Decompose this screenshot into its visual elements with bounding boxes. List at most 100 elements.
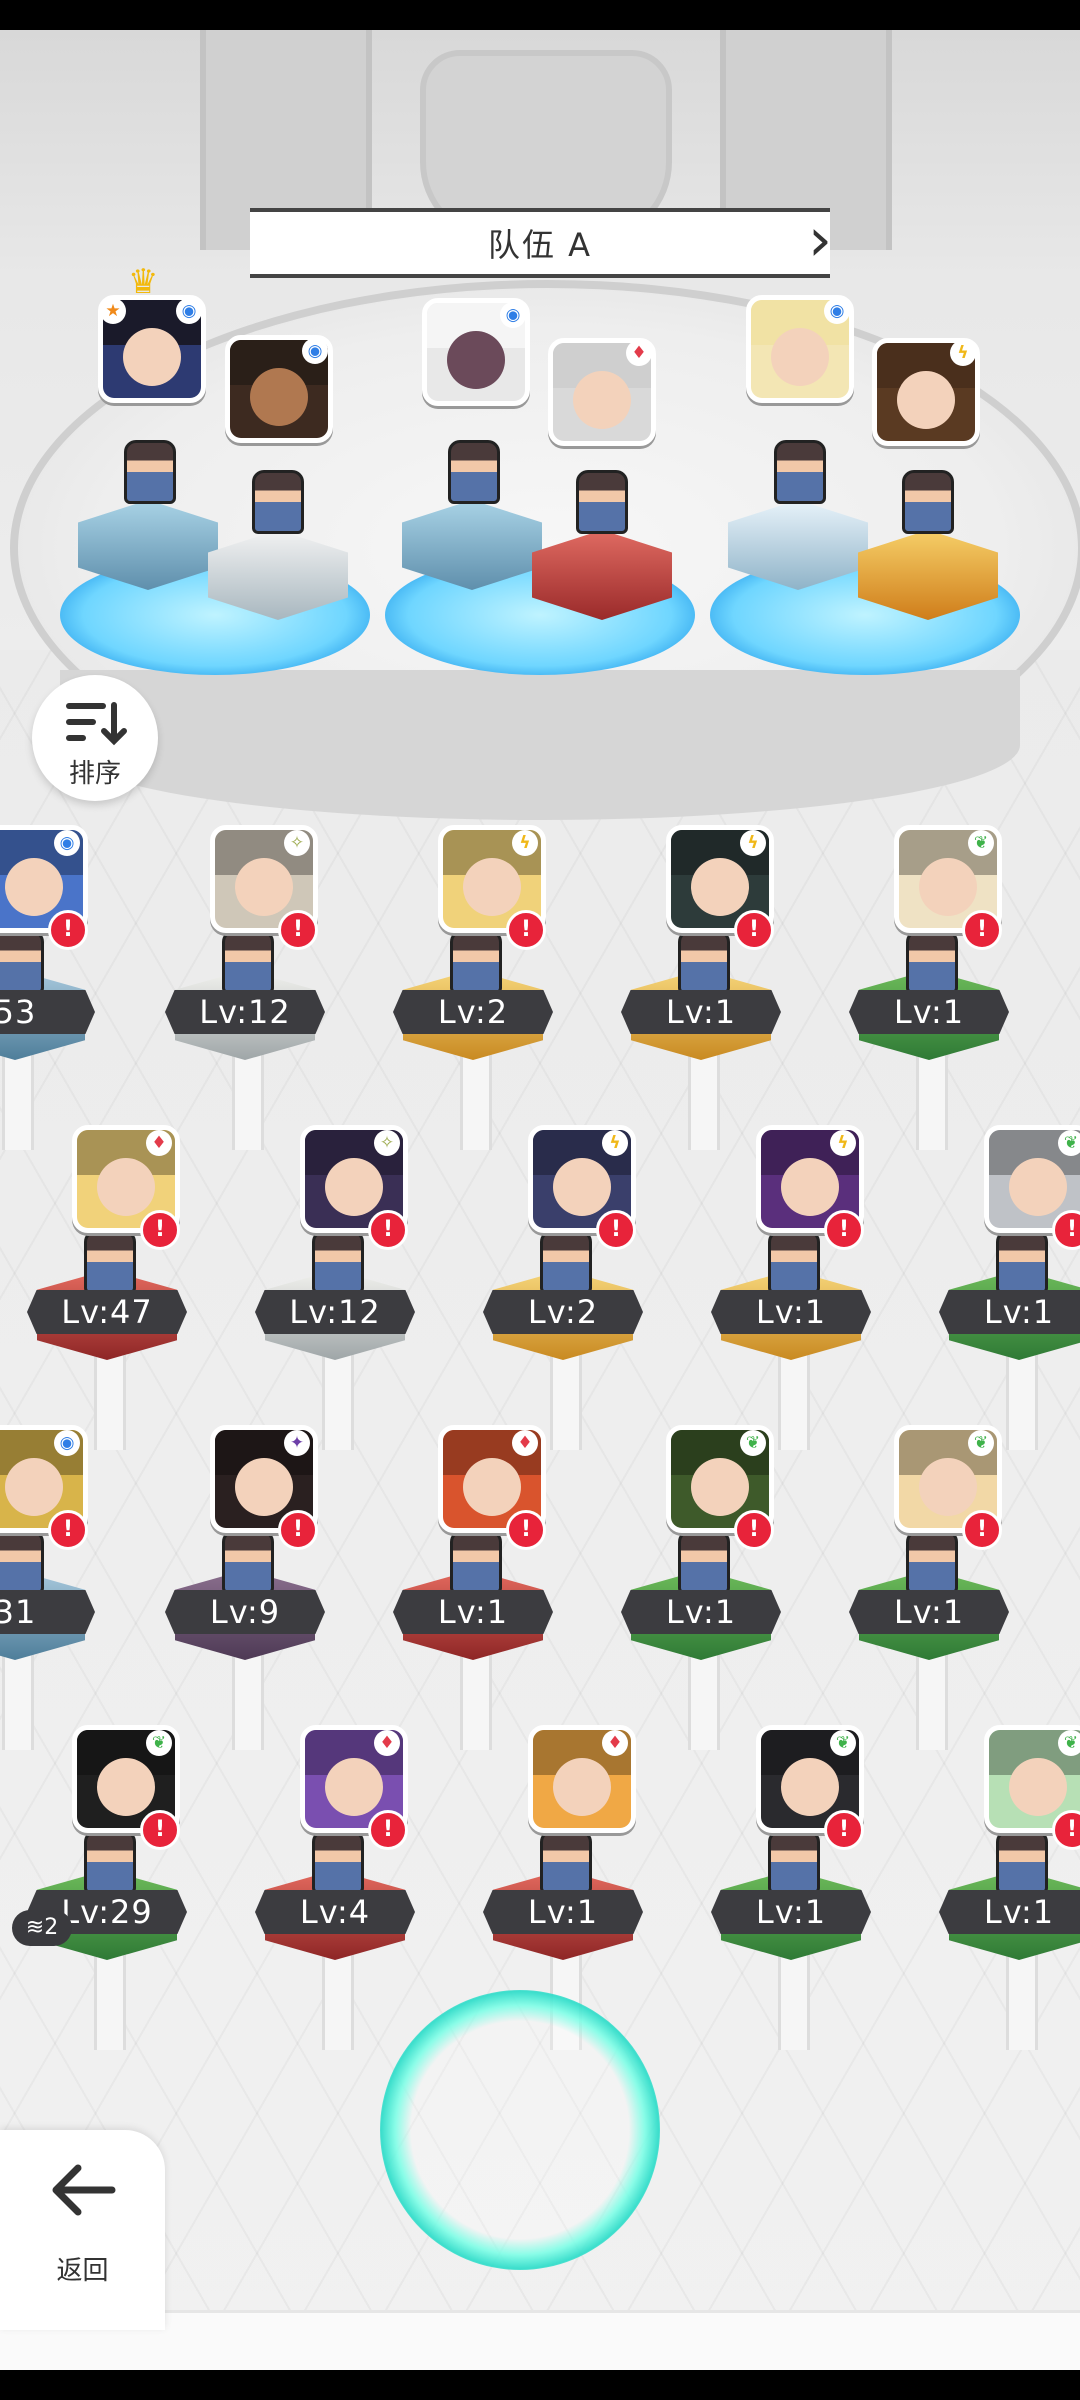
star-icon: ★: [100, 298, 126, 324]
hero-sprite[interactable]: [774, 440, 826, 504]
thunder-element-icon: ϟ: [950, 340, 976, 366]
hero-card[interactable]: 53 ◉!: [0, 825, 100, 1150]
hero-sprite: [996, 1830, 1048, 1894]
chevron-right-icon[interactable]: ›: [800, 208, 840, 278]
hero-card[interactable]: Lv:1 ❦!: [934, 1125, 1080, 1450]
hero-card[interactable]: Lv:1 ϟ!: [706, 1125, 876, 1450]
alert-icon: !: [140, 1210, 180, 1250]
hero-sprite: [450, 1530, 502, 1594]
stack-count: 2: [44, 1915, 59, 1940]
status-bar: [0, 0, 1080, 30]
light-element-icon: ✧: [374, 1130, 400, 1156]
sort-button[interactable]: 排序: [32, 675, 158, 801]
hero-sprite: [312, 1230, 364, 1294]
alert-icon: !: [368, 1210, 408, 1250]
hero-card[interactable]: Lv:1 ϟ!: [616, 825, 786, 1150]
hero-level: Lv:1: [711, 1290, 871, 1334]
team-banner[interactable]: 队伍 A: [250, 208, 830, 278]
stack-count-badge: ≋2: [12, 1910, 72, 1946]
hero-sprite: [84, 1230, 136, 1294]
hero-level: Lv:1: [621, 990, 781, 1034]
sort-label: 排序: [68, 759, 121, 789]
dark-element-icon: ✦: [284, 1430, 310, 1456]
hero-sprite: [222, 1530, 274, 1594]
hero-card[interactable]: Lv:12 ✧!: [160, 825, 330, 1150]
back-button[interactable]: 返回: [0, 2130, 165, 2330]
back-label: 返回: [56, 2256, 109, 2286]
fire-element-icon: ♦: [626, 340, 652, 366]
hero-card[interactable]: Lv:4 ♦!: [250, 1725, 420, 2050]
hero-level: Lv:1: [849, 1590, 1009, 1634]
touch-ripple-effect: [380, 1990, 660, 2270]
water-element-icon: ◉: [176, 298, 202, 324]
water-element-icon: ◉: [500, 302, 526, 328]
hero-level: Lv:1: [849, 990, 1009, 1034]
hero-level: Lv:2: [483, 1290, 643, 1334]
hero-card[interactable]: Lv:12 ✧!: [250, 1125, 420, 1450]
thunder-element-icon: ϟ: [512, 830, 538, 856]
fire-element-icon: ♦: [146, 1130, 172, 1156]
water-element-icon: ◉: [824, 298, 850, 324]
alert-icon: !: [278, 1510, 318, 1550]
hero-card[interactable]: 31 ◉!: [0, 1425, 100, 1750]
hero-sprite[interactable]: [448, 440, 500, 504]
sort-descending-icon: [66, 702, 127, 746]
water-element-icon: ◉: [54, 830, 80, 856]
hero-selection-scene: ‹ 队伍 A › ◉ ♛ ★ ◉ ◉ ♦ ◉ ϟ 排序 53◉!Lv:12✧!: [0, 30, 1080, 2370]
hero-card[interactable]: Lv:29 ❦!: [22, 1725, 192, 2050]
hero-sprite[interactable]: [124, 440, 176, 504]
fire-element-icon: ♦: [602, 1730, 628, 1756]
alert-icon: !: [278, 910, 318, 950]
hero-sprite: [906, 930, 958, 994]
hero-card[interactable]: Lv:47 ♦!: [22, 1125, 192, 1450]
hero-card[interactable]: Lv:1 ❦!: [934, 1725, 1080, 2050]
hero-level: Lv:1: [621, 1590, 781, 1634]
hero-level: 31: [0, 1590, 95, 1634]
hero-card[interactable]: Lv:1 ♦: [478, 1725, 648, 2050]
hero-level: Lv:1: [483, 1890, 643, 1934]
water-element-icon: ◉: [54, 1430, 80, 1456]
hero-level: Lv:12: [255, 1290, 415, 1334]
fire-element-icon: ♦: [512, 1430, 538, 1456]
hero-sprite: [222, 930, 274, 994]
hero-sprite: [768, 1230, 820, 1294]
hero-card[interactable]: Lv:1 ❦!: [706, 1725, 876, 2050]
wood-element-icon: ❦: [1058, 1730, 1080, 1756]
alert-icon: !: [962, 1510, 1002, 1550]
hero-sprite: [0, 1530, 44, 1594]
hero-sprite[interactable]: [576, 470, 628, 534]
alert-icon: !: [506, 1510, 546, 1550]
hero-level: Lv:4: [255, 1890, 415, 1934]
hero-level: Lv:9: [165, 1590, 325, 1634]
hero-sprite[interactable]: [902, 470, 954, 534]
hero-card[interactable]: Lv:9 ✦!: [160, 1425, 330, 1750]
alert-icon: !: [48, 910, 88, 950]
hero-level: Lv:12: [165, 990, 325, 1034]
hero-sprite: [312, 1830, 364, 1894]
hero-level: Lv:1: [939, 1290, 1080, 1334]
hero-card[interactable]: Lv:1 ❦!: [616, 1425, 786, 1750]
alert-icon: !: [962, 910, 1002, 950]
light-element-icon: ✧: [284, 830, 310, 856]
alert-icon: !: [48, 1510, 88, 1550]
alert-icon: !: [1052, 1210, 1080, 1250]
water-element-icon: ◉: [302, 338, 328, 364]
thunder-element-icon: ϟ: [830, 1130, 856, 1156]
platform-rim: [60, 670, 1020, 820]
hero-sprite: [996, 1230, 1048, 1294]
hero-sprite: [84, 1830, 136, 1894]
hero-sprite: [540, 1230, 592, 1294]
thunder-element-icon: ϟ: [740, 830, 766, 856]
alert-icon: !: [824, 1810, 864, 1850]
thunder-element-icon: ϟ: [602, 1130, 628, 1156]
alert-icon: !: [368, 1810, 408, 1850]
wood-element-icon: ❦: [968, 1430, 994, 1456]
hero-sprite: [768, 1830, 820, 1894]
hero-card[interactable]: Lv:1 ♦!: [388, 1425, 558, 1750]
hero-card[interactable]: Lv:2 ϟ!: [478, 1125, 648, 1450]
hero-card[interactable]: Lv:1 ❦!: [844, 1425, 1014, 1750]
alert-icon: !: [734, 910, 774, 950]
hero-sprite[interactable]: [252, 470, 304, 534]
hero-card[interactable]: Lv:1 ❦!: [844, 825, 1014, 1150]
hero-card[interactable]: Lv:2 ϟ!: [388, 825, 558, 1150]
